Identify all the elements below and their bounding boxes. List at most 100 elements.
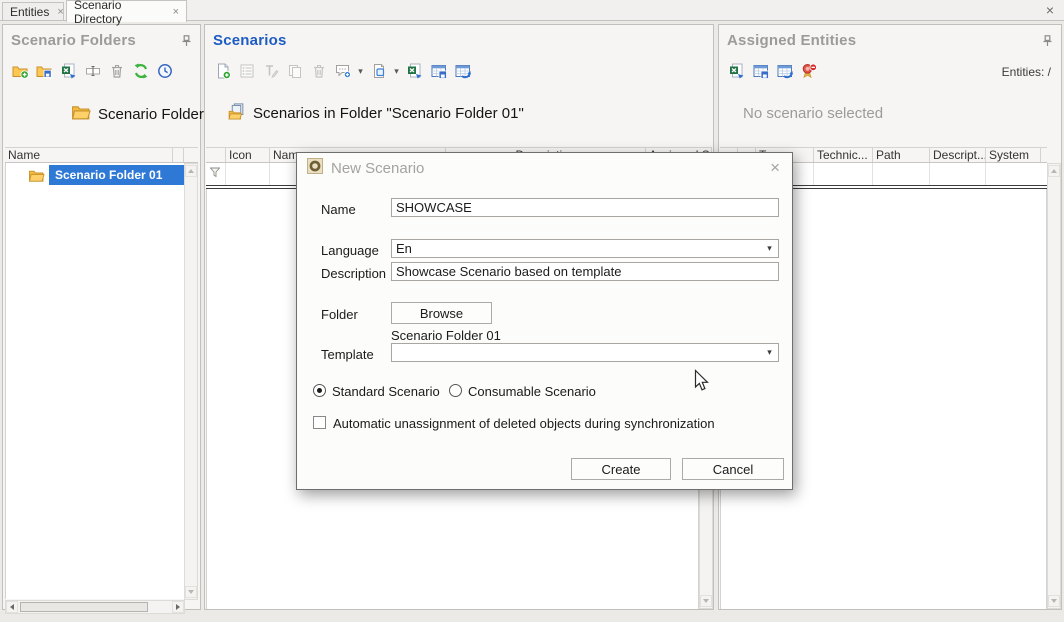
scenario-folders-panel: Scenario Folders (2, 24, 201, 610)
properties-icon[interactable] (236, 61, 257, 81)
export-excel-icon[interactable] (404, 61, 425, 81)
column-header-path[interactable]: Path (873, 148, 930, 162)
new-scenario-dialog: New Scenario × Name Language En ▾ Descri… (296, 152, 793, 490)
scenarios-stack-icon (227, 103, 246, 124)
scrollbar-thumb[interactable] (20, 602, 148, 612)
tab-entities[interactable]: Entities × (2, 2, 64, 21)
rename-scenario-icon[interactable] (260, 61, 281, 81)
column-header-spacer (173, 148, 184, 162)
assign-document-icon[interactable] (368, 61, 389, 81)
scenario-folders-panel-title: Scenario Folders (11, 32, 136, 49)
folders-tree-body: Scenario Folder 01 (5, 163, 185, 599)
add-folder-icon[interactable] (10, 61, 31, 81)
folders-vertical-scrollbar[interactable] (184, 163, 198, 600)
delete-icon[interactable] (308, 61, 329, 81)
scroll-down-icon[interactable] (1048, 595, 1060, 607)
rename-icon[interactable] (82, 61, 103, 81)
folder-icon (71, 103, 91, 125)
app-window: Entities × Scenario Directory × × Scenar… (0, 0, 1064, 622)
column-header-technical[interactable]: Technic... (814, 148, 873, 162)
scenario-folders-toolbar (10, 61, 175, 81)
filter-cell[interactable] (814, 163, 873, 185)
chevron-down-icon[interactable]: ▾ (765, 243, 774, 254)
unassign-entity-icon[interactable] (798, 61, 819, 81)
chevron-down-icon[interactable]: ▾ (392, 66, 401, 77)
scroll-down-icon[interactable] (185, 586, 197, 598)
tree-row-scenario-folder-01[interactable]: Scenario Folder 01 (6, 165, 184, 185)
folders-grid-header: Name (5, 147, 198, 163)
scenarios-heading: Scenarios in Folder "Scenario Folder 01" (227, 103, 524, 124)
scenarios-toolbar: ▾ ▾ (212, 61, 473, 81)
pin-icon[interactable] (1042, 34, 1053, 52)
dialog-title: New Scenario (331, 160, 424, 177)
language-label: Language (321, 243, 379, 258)
check-date-icon[interactable] (154, 61, 175, 81)
scroll-left-icon[interactable] (6, 601, 18, 613)
create-button[interactable]: Create (571, 458, 671, 480)
entities-vertical-scrollbar[interactable] (1047, 163, 1061, 609)
column-header-icon[interactable]: Icon (226, 148, 270, 162)
filter-cell[interactable] (986, 163, 1047, 185)
tab-close-icon[interactable]: × (173, 6, 179, 18)
no-scenario-message: No scenario selected (743, 105, 883, 122)
dialog-close-icon[interactable]: × (770, 158, 780, 178)
scroll-up-icon[interactable] (185, 165, 197, 177)
tab-scenario-directory[interactable]: Scenario Directory × (66, 0, 187, 22)
save-table-icon[interactable] (750, 61, 771, 81)
close-icon[interactable]: × (1046, 2, 1054, 18)
export-excel-icon[interactable] (58, 61, 79, 81)
chevron-down-icon[interactable]: ▾ (765, 347, 774, 358)
pin-icon[interactable] (181, 34, 192, 52)
filter-cell[interactable] (206, 163, 226, 185)
save-table-icon[interactable] (428, 61, 449, 81)
column-header-name[interactable]: Name (5, 148, 173, 162)
auto-unassign-checkbox[interactable] (313, 416, 326, 429)
selected-folder-value: Scenario Folder 01 (391, 328, 501, 343)
document-tab-bar: Entities × Scenario Directory × × (0, 0, 1064, 21)
browse-button[interactable]: Browse (391, 302, 492, 324)
scenarios-panel-title: Scenarios (213, 32, 287, 49)
filter-cell[interactable] (873, 163, 930, 185)
column-header-filter (206, 148, 226, 162)
scroll-right-icon[interactable] (172, 601, 184, 613)
consumable-scenario-radio[interactable] (449, 384, 462, 397)
assigned-entities-toolbar (726, 61, 819, 81)
template-dropdown[interactable]: ▾ (391, 343, 779, 362)
template-label: Template (321, 347, 374, 362)
scroll-up-icon[interactable] (1048, 165, 1060, 177)
filter-cell[interactable] (930, 163, 986, 185)
refresh-icon[interactable] (130, 61, 151, 81)
column-header-system[interactable]: System (986, 148, 1041, 162)
add-comment-icon[interactable] (332, 61, 353, 81)
name-label: Name (321, 202, 356, 217)
save-folder-icon[interactable] (34, 61, 55, 81)
language-dropdown[interactable]: En ▾ (391, 239, 779, 258)
cancel-button[interactable]: Cancel (682, 458, 784, 480)
import-table-icon[interactable] (452, 61, 473, 81)
name-field[interactable] (391, 198, 779, 217)
column-header-description[interactable]: Descript... (930, 148, 986, 162)
description-field[interactable] (391, 262, 779, 281)
entities-path-label: Entities: / (1002, 65, 1051, 79)
copy-icon[interactable] (284, 61, 305, 81)
column-header-spacer (1041, 148, 1047, 162)
auto-unassign-checkbox-label[interactable]: Automatic unassignment of deleted object… (333, 416, 715, 431)
mouse-cursor (694, 369, 712, 398)
assigned-entities-panel-title: Assigned Entities (727, 32, 856, 49)
tree-row-label[interactable]: Scenario Folder 01 (49, 165, 184, 185)
scroll-down-icon[interactable] (700, 595, 712, 607)
import-table-icon[interactable] (774, 61, 795, 81)
folder-label: Folder (321, 307, 358, 322)
dialog-title-bar[interactable]: New Scenario (297, 153, 792, 183)
standard-scenario-radio-label[interactable]: Standard Scenario (332, 384, 440, 399)
new-scenario-icon[interactable] (212, 61, 233, 81)
export-excel-icon[interactable] (726, 61, 747, 81)
delete-icon[interactable] (106, 61, 127, 81)
filter-cell[interactable] (226, 163, 270, 185)
consumable-scenario-radio-label[interactable]: Consumable Scenario (468, 384, 596, 399)
standard-scenario-radio[interactable] (313, 384, 326, 397)
scenario-folders-heading-label: Scenario Folders (98, 106, 211, 123)
tab-close-icon[interactable]: × (57, 6, 63, 18)
folders-horizontal-scrollbar[interactable] (5, 600, 185, 614)
chevron-down-icon[interactable]: ▾ (356, 66, 365, 77)
